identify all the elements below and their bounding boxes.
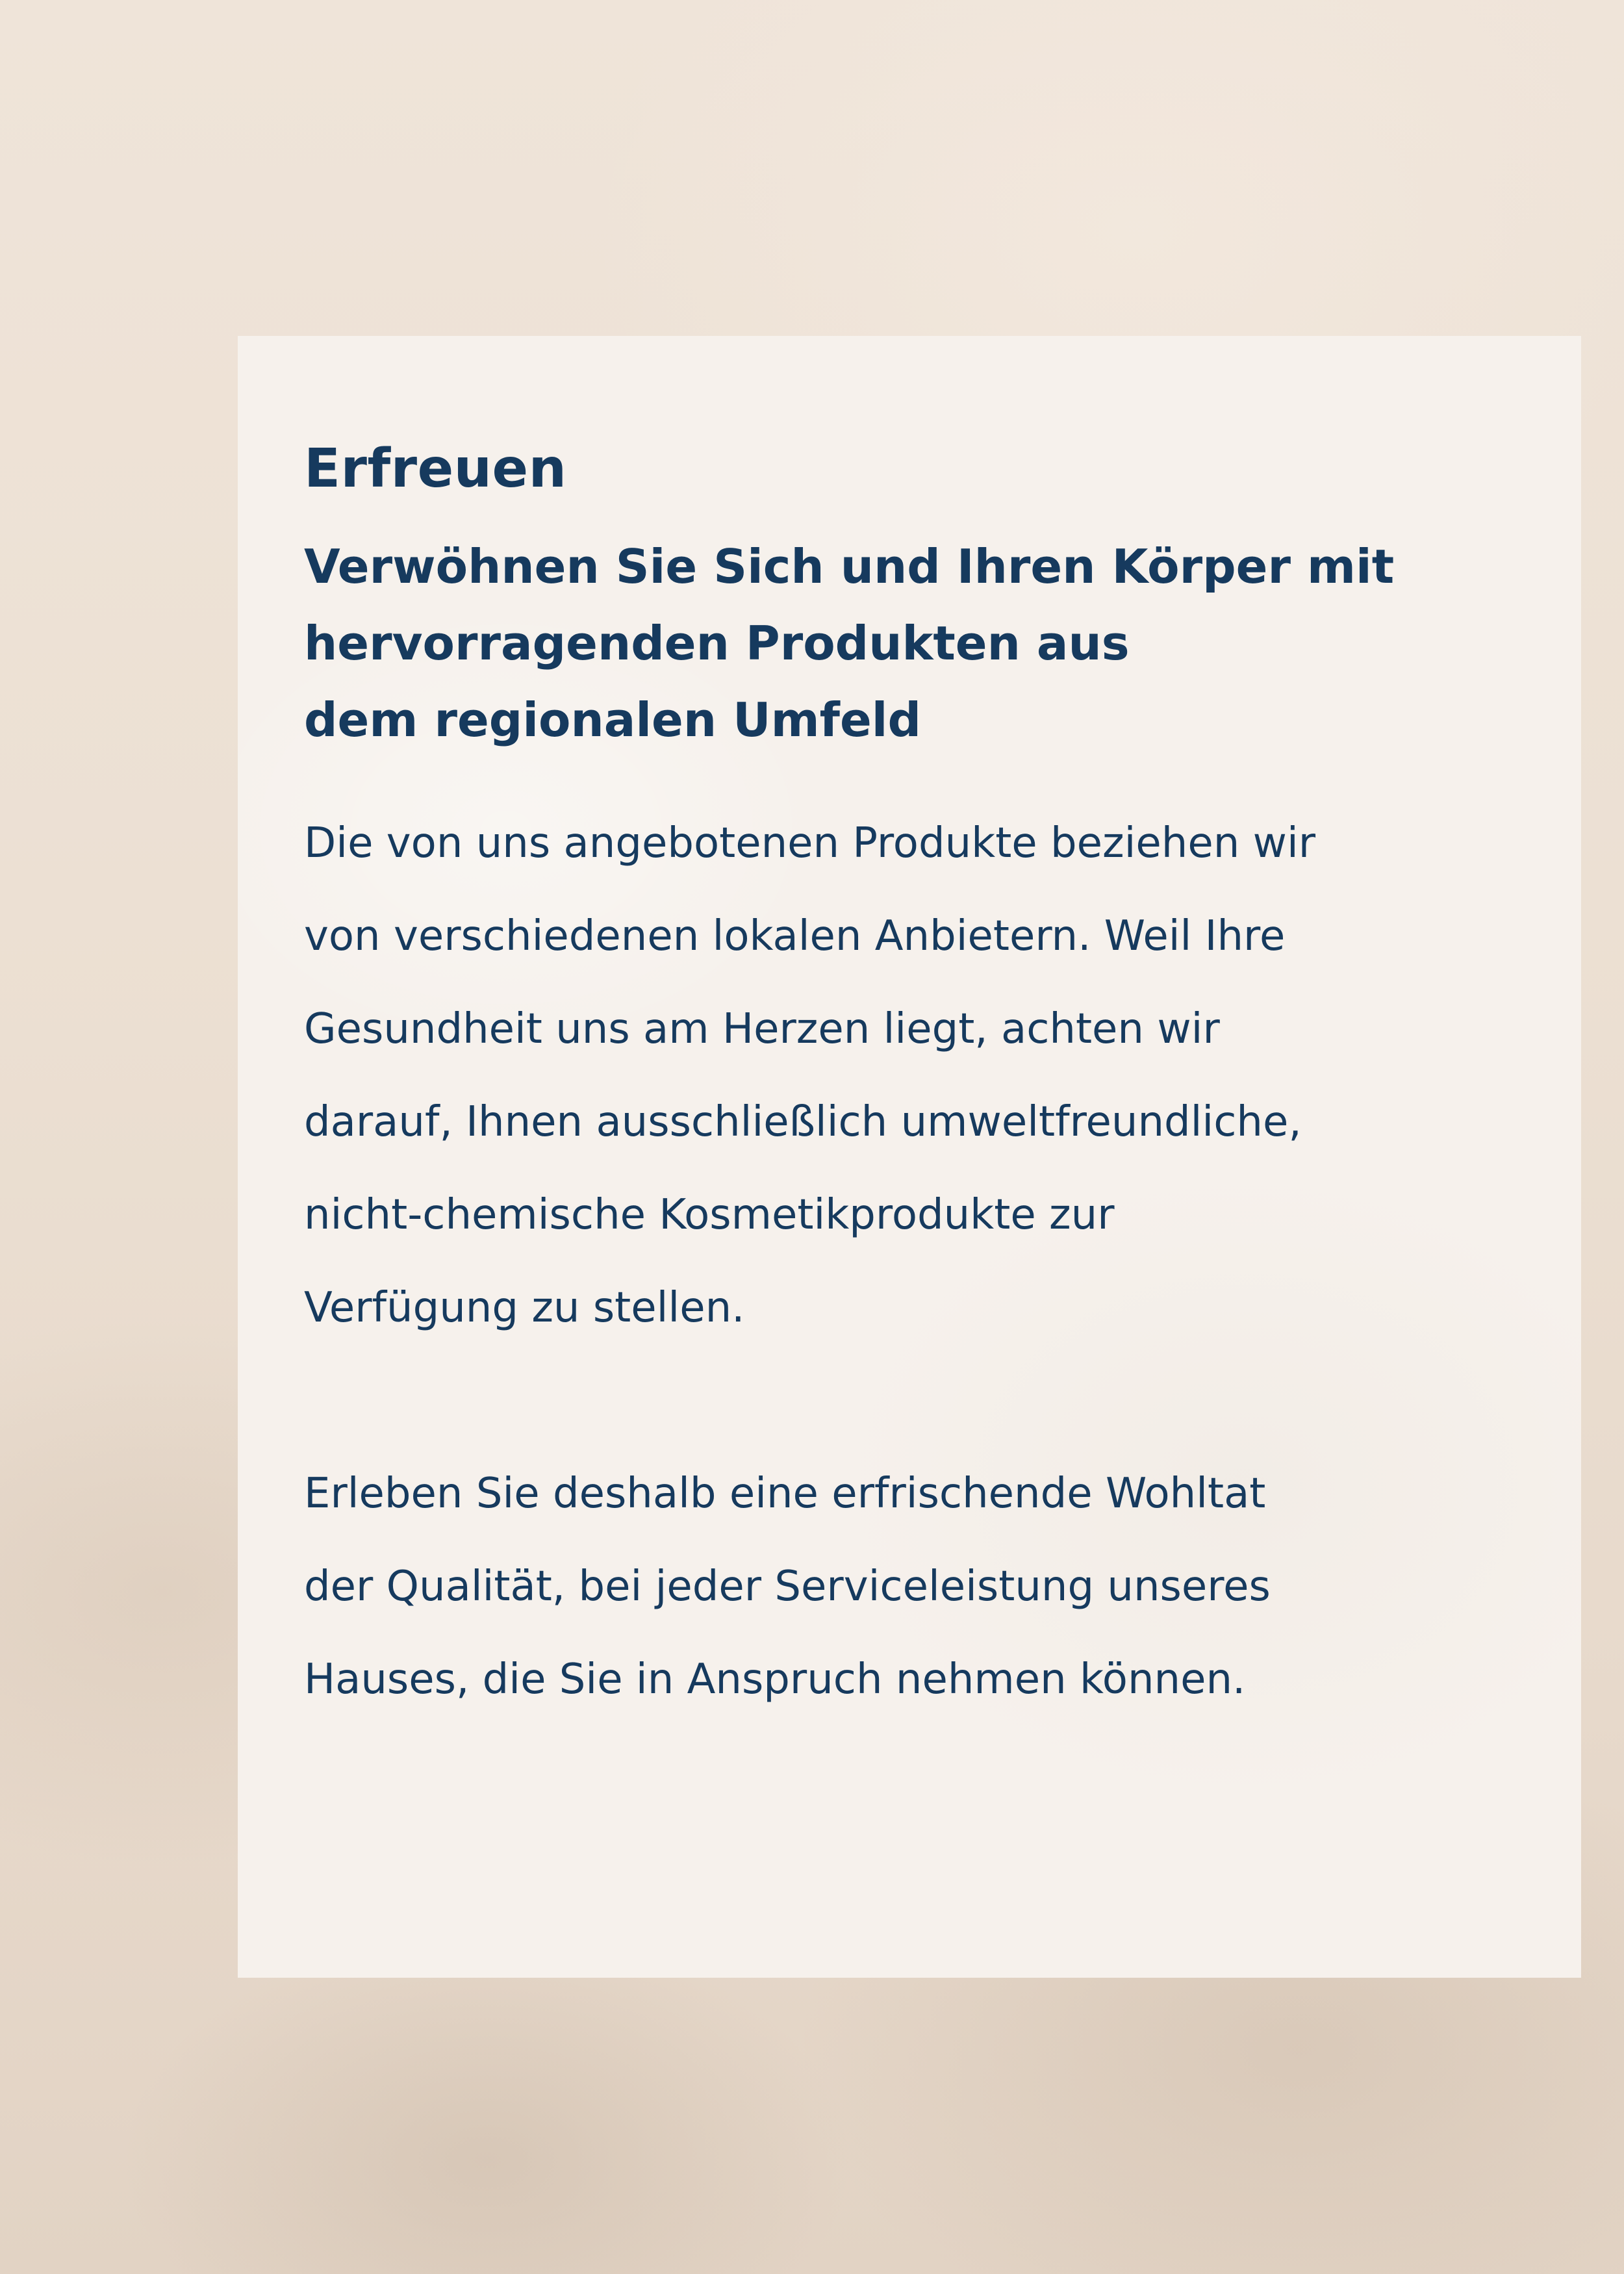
- content-card: Erfreuen Verwöhnen Sie Sich und Ihren Kö…: [238, 336, 1581, 1978]
- paragraph-line: Verfügung zu stellen.: [304, 1284, 745, 1333]
- subheading-line: hervorragenden Produkten aus: [304, 616, 1130, 671]
- subheading-line: Verwöhnen Sie Sich und Ihren Körper mit: [304, 539, 1395, 594]
- paragraph-line: Gesundheit uns am Herzen liegt, achten w…: [304, 1005, 1220, 1054]
- subheading-line: dem regionalen Umfeld: [304, 693, 922, 748]
- paragraph-line: der Qualität, bei jeder Serviceleistung …: [304, 1563, 1271, 1611]
- body-paragraph-1: Die von uns angebotenen Produkte beziehe…: [304, 797, 1558, 1355]
- paragraph-line: Die von uns angebotenen Produkte beziehe…: [304, 819, 1316, 868]
- paragraph-line: darauf, Ihnen ausschließlich umweltfreun…: [304, 1098, 1302, 1147]
- card-content: Erfreuen Verwöhnen Sie Sich und Ihren Kö…: [304, 438, 1558, 1726]
- page-heading: Erfreuen: [304, 438, 567, 500]
- page-subheading: Verwöhnen Sie Sich und Ihren Körper mit …: [304, 528, 1558, 758]
- paragraph-line: nicht-chemische Kosmetikprodukte zur: [304, 1191, 1115, 1240]
- paragraph-line: Erleben Sie deshalb eine erfrischende Wo…: [304, 1470, 1266, 1518]
- body-paragraph-2: Erleben Sie deshalb eine erfrischende Wo…: [304, 1448, 1558, 1726]
- paragraph-line: von verschiedenen lokalen Anbietern. Wei…: [304, 912, 1286, 961]
- paragraph-line: Hauses, die Sie in Anspruch nehmen könne…: [304, 1655, 1246, 1704]
